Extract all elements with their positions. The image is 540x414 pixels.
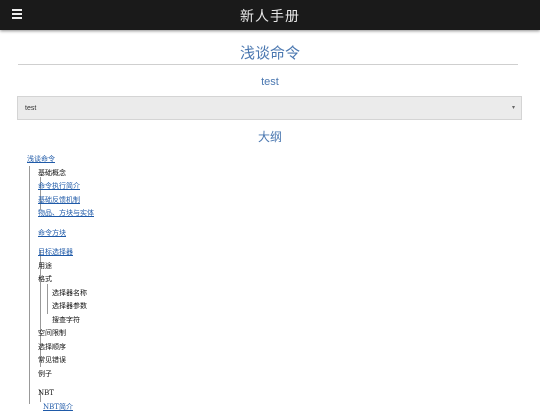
- section-heading: test: [261, 76, 279, 88]
- outline-tree: 浅谈命令 基础概念 命令执行简介 基础反馈机制 物品、方块与实体 命令方块 目标…: [27, 153, 94, 414]
- select-value: test: [25, 105, 37, 112]
- title-divider: [18, 64, 518, 65]
- outline-title: 大纲: [257, 130, 282, 144]
- outline-link-cmd-block[interactable]: 命令方块: [38, 229, 66, 237]
- outline-link-root[interactable]: 浅谈命令: [27, 155, 55, 163]
- outline-link-nbt-intro[interactable]: NBT简介: [43, 403, 73, 411]
- outline-item-example[interactable]: 例子: [38, 370, 52, 378]
- outline-item-sel-name[interactable]: 选择器名称: [52, 289, 87, 297]
- outline-item-usage[interactable]: 用途: [38, 262, 52, 270]
- outline-item-basic[interactable]: 基础概念: [38, 169, 66, 177]
- outline-link-cmd-exec[interactable]: 命令执行简介: [38, 182, 80, 190]
- outline-link-entity[interactable]: 物品、方块与实体: [38, 209, 94, 217]
- app-title: 新人手册: [240, 9, 300, 25]
- outline-link-selector[interactable]: 目标选择器: [38, 248, 73, 256]
- chevron-down-icon: ▾: [511, 105, 515, 111]
- top-app-bar: 新人手册: [0, 0, 540, 30]
- outline-link-basic-feedback[interactable]: 基础反馈机制: [38, 196, 80, 204]
- outline-item-format[interactable]: 格式: [38, 275, 52, 283]
- outline-item-nbt[interactable]: NBT: [38, 389, 54, 397]
- outline-item-sel-order[interactable]: 选择顺序: [38, 343, 66, 351]
- version-select[interactable]: test ▾: [17, 96, 522, 120]
- outline-item-common-err[interactable]: 常见错误: [38, 356, 66, 364]
- outline-item-space-limit[interactable]: 空间限制: [38, 329, 66, 337]
- page-title: 浅谈命令: [239, 44, 300, 62]
- outline-item-sel-param[interactable]: 选择器参数: [52, 302, 87, 310]
- outline-item-escape[interactable]: 搜查字符: [52, 316, 80, 324]
